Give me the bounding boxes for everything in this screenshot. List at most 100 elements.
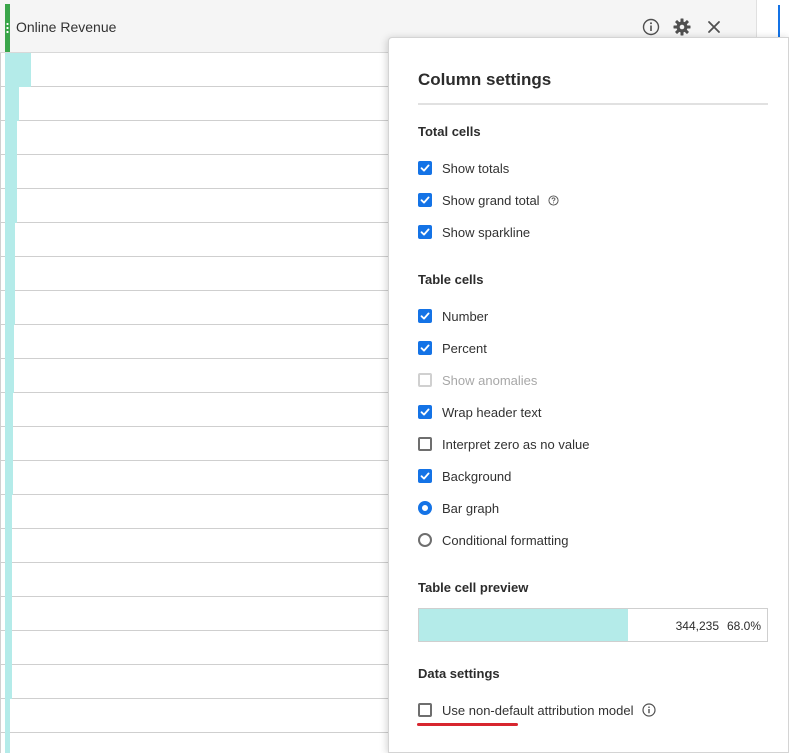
cell-bar <box>5 257 15 291</box>
table-cell-preview: 344,235 68.0% <box>418 608 768 642</box>
checkmark-icon <box>420 228 430 236</box>
wrap-header-label: Wrap header text <box>442 404 542 420</box>
show-anomalies-label: Show anomalies <box>442 372 538 388</box>
cell-bar <box>5 87 19 121</box>
table-row[interactable] <box>0 529 390 563</box>
popover-divider <box>418 103 768 105</box>
number-checkbox[interactable] <box>418 309 432 323</box>
cell-bar <box>5 699 10 733</box>
table-cell-preview-heading: Table cell preview <box>418 580 529 595</box>
cell-bar <box>5 223 15 257</box>
table-row[interactable] <box>0 359 390 393</box>
interpret-zero-label: Interpret zero as no value <box>442 436 590 452</box>
wrap-header-checkbox[interactable] <box>418 405 432 419</box>
show-sparkline-checkbox[interactable] <box>418 225 432 239</box>
show-totals-label: Show totals <box>442 160 510 176</box>
table-row[interactable] <box>0 665 390 699</box>
cell-bar <box>5 563 12 597</box>
table-row[interactable] <box>0 631 390 665</box>
table-row[interactable] <box>0 121 390 155</box>
table-row[interactable] <box>0 563 390 597</box>
show-totals-option[interactable]: Show totals <box>418 158 509 178</box>
table-row[interactable] <box>0 597 390 631</box>
checkmark-icon <box>420 164 430 172</box>
cell-bar <box>5 291 15 325</box>
background-checkbox[interactable] <box>418 469 432 483</box>
cell-bar <box>5 121 17 155</box>
conditional-formatting-radio[interactable] <box>418 533 432 547</box>
table-row[interactable] <box>0 461 390 495</box>
table-row[interactable] <box>0 325 390 359</box>
table-cells-heading: Table cells <box>418 272 484 287</box>
analysis-workspace: Online Revenue Column settings Total cel… <box>0 0 789 753</box>
table-row[interactable] <box>0 427 390 461</box>
cell-bar <box>5 529 12 563</box>
table-row[interactable] <box>0 223 390 257</box>
table-row[interactable] <box>0 87 390 121</box>
drag-handle[interactable] <box>5 4 10 52</box>
table-row[interactable] <box>0 733 390 753</box>
interpret-zero-checkbox[interactable] <box>418 437 432 451</box>
conditional-formatting-option[interactable]: Conditional formatting <box>418 530 568 550</box>
interpret-zero-option[interactable]: Interpret zero as no value <box>418 434 589 454</box>
number-option[interactable]: Number <box>418 306 488 326</box>
show-sparkline-option[interactable]: Show sparkline <box>418 222 530 242</box>
cell-bar <box>5 53 31 87</box>
checkmark-icon <box>420 472 430 480</box>
percent-option[interactable]: Percent <box>418 338 487 358</box>
table-row[interactable] <box>0 393 390 427</box>
show-anomalies-option: Show anomalies <box>418 370 537 390</box>
conditional-formatting-label: Conditional formatting <box>442 532 569 548</box>
show-grand-total-option[interactable]: Show grand total <box>418 190 559 210</box>
preview-bar <box>419 609 628 641</box>
table-row[interactable] <box>0 291 390 325</box>
cell-bar <box>5 393 13 427</box>
table-row[interactable] <box>0 53 390 87</box>
popover-title: Column settings <box>418 70 552 89</box>
background-option[interactable]: Background <box>418 466 511 486</box>
total-cells-heading: Total cells <box>418 124 481 139</box>
column-title: Online Revenue <box>16 19 117 35</box>
show-sparkline-label: Show sparkline <box>442 224 531 240</box>
checkmark-icon <box>420 344 430 352</box>
checkmark-icon <box>420 196 430 204</box>
selection-indicator <box>778 5 780 41</box>
percent-checkbox[interactable] <box>418 341 432 355</box>
table-row[interactable] <box>0 699 390 733</box>
attribution-model-option[interactable]: Use non-default attribution model <box>418 700 656 720</box>
preview-value: 344,235 <box>675 619 719 633</box>
number-label: Number <box>442 308 489 324</box>
column-settings-popover: Column settings Total cells Show totals … <box>388 37 789 753</box>
background-label: Background <box>442 468 512 484</box>
cell-bar <box>5 359 14 393</box>
table-row[interactable] <box>0 495 390 529</box>
table-row[interactable] <box>0 155 390 189</box>
cell-bar <box>5 665 12 699</box>
bar-graph-label: Bar graph <box>442 500 500 516</box>
table-body <box>0 53 390 753</box>
bar-graph-radio[interactable] <box>418 501 432 515</box>
bar-graph-option[interactable]: Bar graph <box>418 498 499 518</box>
cell-bar <box>5 597 12 631</box>
cell-bar <box>5 189 17 223</box>
table-row[interactable] <box>0 189 390 223</box>
info-icon[interactable] <box>641 703 656 717</box>
gear-icon[interactable] <box>671 16 693 38</box>
show-grand-total-checkbox[interactable] <box>418 193 432 207</box>
table-row[interactable] <box>0 257 390 291</box>
preview-percent: 68.0% <box>726 619 761 633</box>
cell-bar <box>5 461 13 495</box>
show-totals-checkbox[interactable] <box>418 161 432 175</box>
attribution-annotation-underline <box>417 723 518 726</box>
wrap-header-option[interactable]: Wrap header text <box>418 402 541 422</box>
close-icon[interactable] <box>703 16 725 38</box>
cell-bar <box>5 733 10 753</box>
attribution-model-checkbox[interactable] <box>418 703 432 717</box>
cell-bar <box>5 495 12 529</box>
percent-label: Percent <box>442 340 487 356</box>
help-icon[interactable] <box>548 194 559 206</box>
attribution-model-label: Use non-default attribution model <box>442 702 634 718</box>
show-grand-total-label: Show grand total <box>442 192 540 208</box>
info-icon[interactable] <box>640 16 662 38</box>
show-anomalies-checkbox <box>418 373 432 387</box>
